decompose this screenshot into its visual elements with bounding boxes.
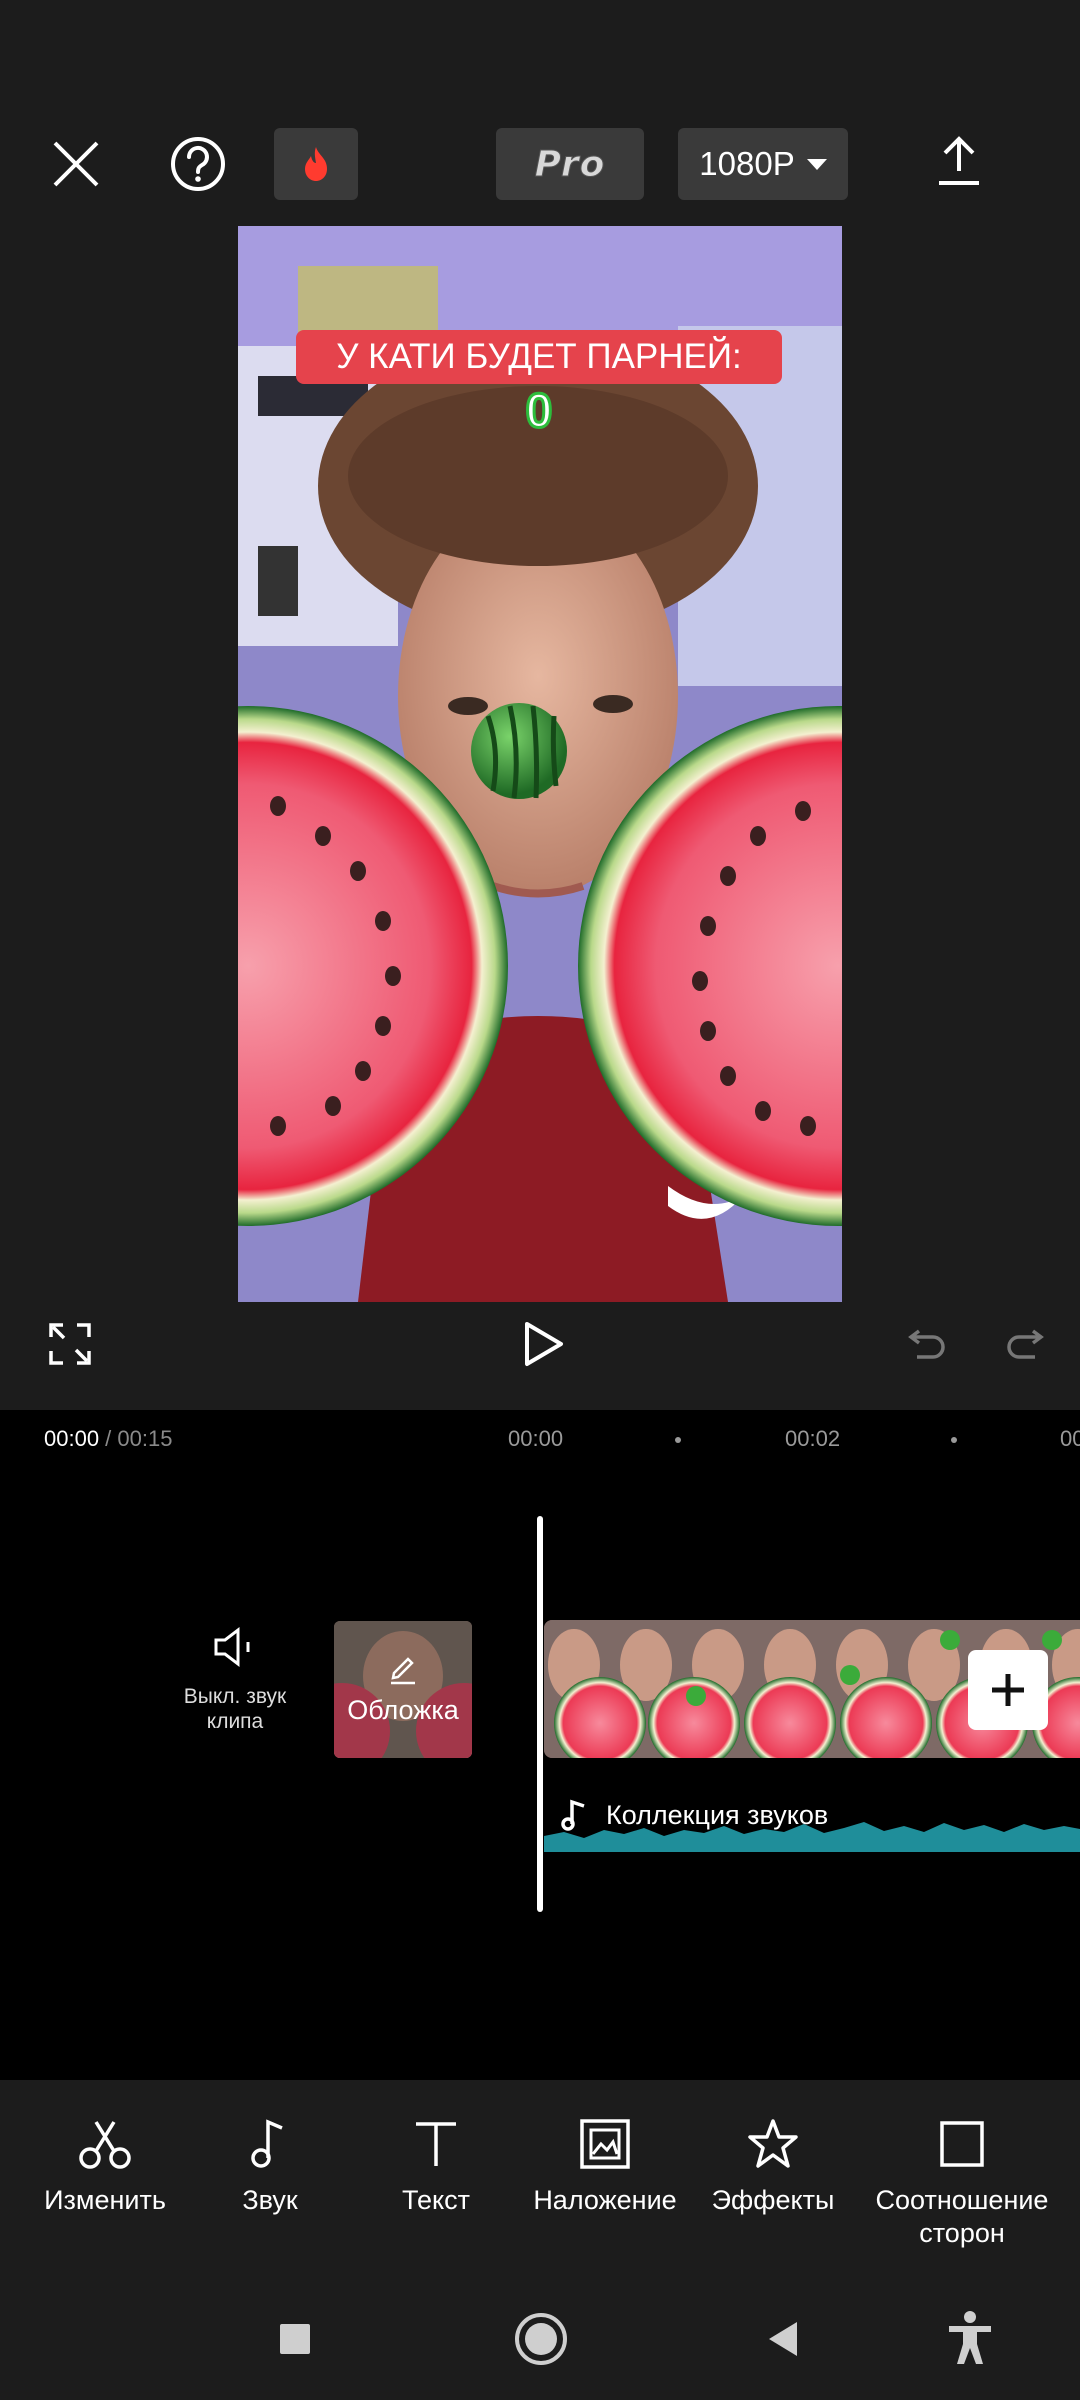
fullscreen-icon [49,1323,91,1365]
time-separator: / [99,1426,118,1451]
square-icon [280,2324,310,2354]
pro-label: Pro [534,143,606,185]
text-icon [416,2122,456,2166]
help-icon [171,137,225,191]
accessibility-icon [949,2311,991,2364]
tool-audio[interactable]: Звук [185,2118,355,2217]
video-preview[interactable]: У КАТИ БУДЕТ ПАРНЕЙ: 0 [238,226,842,1302]
current-time: 00:00 [44,1426,100,1451]
music-note-icon [561,1799,585,1831]
redo-icon [1007,1329,1044,1359]
tool-overlay[interactable]: Наложение [520,2118,690,2217]
tick-label: 00:00 [508,1426,564,1451]
pro-button[interactable]: Pro [496,128,644,200]
audio-track-label: Коллекция звуков [606,1800,829,1830]
tool-text[interactable]: Текст [351,2118,521,2217]
tick-label: 00 [1060,1426,1080,1451]
undo-button[interactable] [902,1318,952,1368]
fire-icon [305,147,327,181]
home-circle-icon [515,2313,567,2365]
tool-label: Эффекты [711,2185,835,2215]
home-button[interactable] [510,2308,572,2370]
accessibility-button[interactable] [940,2308,1000,2368]
fullscreen-button[interactable] [44,1318,96,1370]
redo-button[interactable] [1000,1318,1050,1368]
playhead[interactable] [537,1516,543,1912]
cover-thumbnail-image [334,1621,472,1758]
aspect-ratio-icon [940,2121,984,2167]
add-clip-button[interactable] [968,1650,1048,1730]
tool-label: Звук [242,2185,298,2215]
counter-value: 0 [524,384,554,440]
caption-text: У КАТИ БУДЕТ ПАРНЕЙ: [336,337,742,376]
chevron-down-icon [806,158,827,170]
tick-dot [951,1437,957,1443]
tool-edit[interactable]: Изменить [20,2118,190,2217]
close-button[interactable] [44,130,108,198]
edit-pencil-icon [391,1657,415,1685]
resolution-value: 1080P [699,145,795,182]
scissors-icon [79,2121,131,2169]
tick-label: 00:02 [785,1426,841,1451]
overlay-icon [580,2119,630,2169]
export-button[interactable] [924,126,994,196]
play-button[interactable] [514,1314,574,1374]
tick-dot [675,1437,681,1443]
speaker-icon [214,1626,250,1668]
timecode: 00:00 / 00:15 [44,1426,172,1452]
tool-label: Соотношение сторон [875,2185,1049,2248]
tool-label: Наложение [533,2185,677,2215]
upload-icon [939,136,979,185]
help-button[interactable] [164,130,232,198]
back-triangle-icon [769,2322,797,2356]
effects-star-icon [748,2119,798,2168]
cover-label: Обложка [347,1695,459,1725]
tool-label: Изменить [44,2185,166,2215]
tool-effects[interactable]: Эффекты [688,2118,858,2217]
audio-track[interactable]: Коллекция звуков [544,1786,1080,1852]
mute-clip-button[interactable]: Выкл. звук клипа [170,1626,300,1734]
tool-aspect-ratio[interactable]: Соотношение сторон [862,2118,1062,2250]
recents-button[interactable] [270,2314,320,2364]
caption-banner: У КАТИ БУДЕТ ПАРНЕЙ: [296,330,782,384]
plus-icon [992,1674,1024,1706]
tool-label: Текст [402,2185,470,2215]
total-time: 00:15 [117,1426,173,1451]
cover-button[interactable]: Обложка [334,1621,472,1758]
back-button[interactable] [758,2314,808,2364]
trending-button[interactable] [274,128,358,200]
music-note-icon [251,2119,283,2168]
close-icon [53,141,99,187]
play-icon [525,1322,563,1366]
undo-icon [908,1329,945,1359]
resolution-dropdown[interactable]: 1080P [678,128,848,200]
mute-clip-label: Выкл. звук клипа [183,1685,287,1733]
